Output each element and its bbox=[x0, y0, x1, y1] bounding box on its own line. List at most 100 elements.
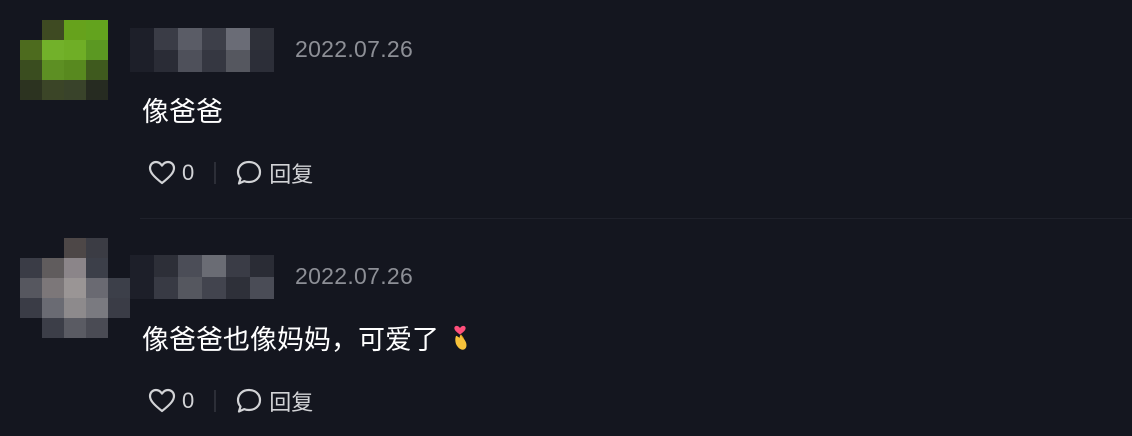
avatar-pixel bbox=[42, 20, 64, 40]
avatar-pixel bbox=[42, 40, 64, 60]
heart-icon bbox=[148, 160, 176, 185]
username-pixel bbox=[154, 28, 178, 50]
comment-text: 像爸爸也像妈妈，可爱了 bbox=[142, 325, 439, 356]
reply-button[interactable]: 回复 bbox=[235, 157, 313, 189]
avatar-pixel bbox=[86, 100, 108, 120]
avatar-pixel bbox=[20, 100, 42, 120]
username-pixel bbox=[250, 277, 274, 299]
avatar-pixel bbox=[64, 278, 86, 298]
avatar-pixel bbox=[86, 318, 108, 338]
avatar-pixel bbox=[64, 238, 86, 258]
comment-actions: 0 回复 bbox=[148, 158, 313, 188]
divider bbox=[214, 390, 217, 412]
username-pixel bbox=[178, 28, 202, 50]
heart-icon bbox=[148, 388, 176, 413]
username-pixel bbox=[130, 255, 154, 277]
avatar-pixel bbox=[86, 80, 108, 100]
comment-date: 2022.07.26 bbox=[295, 36, 414, 62]
comment-bubble-icon bbox=[237, 160, 262, 185]
comment-text: 像爸爸 bbox=[142, 97, 223, 128]
avatar-pixel bbox=[86, 278, 108, 298]
username-pixel bbox=[250, 28, 274, 50]
username-pixel bbox=[202, 255, 226, 277]
username-pixel bbox=[202, 50, 226, 72]
username-pixel bbox=[202, 277, 226, 299]
avatar-pixel bbox=[86, 238, 108, 258]
avatar-pixel bbox=[64, 318, 86, 338]
like-count: 0 bbox=[182, 160, 195, 185]
avatar-pixel bbox=[20, 298, 42, 318]
avatar[interactable] bbox=[20, 20, 130, 120]
avatar-pixel bbox=[86, 20, 108, 40]
avatar-pixel bbox=[20, 80, 42, 100]
username-pixel bbox=[154, 50, 178, 72]
username-pixelated[interactable] bbox=[130, 28, 274, 72]
avatar-pixel bbox=[64, 60, 86, 80]
reply-button[interactable]: 回复 bbox=[235, 385, 313, 417]
username-pixel bbox=[130, 28, 154, 50]
avatar-pixel bbox=[86, 60, 108, 80]
comment-bubble-icon bbox=[237, 388, 262, 413]
username-pixel bbox=[130, 50, 154, 72]
avatar-pixel bbox=[86, 258, 108, 278]
username-pixel bbox=[226, 255, 250, 277]
avatar-pixel bbox=[20, 40, 42, 60]
username-pixel bbox=[226, 277, 250, 299]
avatar-pixel bbox=[42, 60, 64, 80]
reply-label: 回复 bbox=[269, 391, 314, 416]
avatar[interactable] bbox=[20, 238, 130, 338]
avatar-pixel bbox=[42, 278, 64, 298]
username-pixel bbox=[178, 277, 202, 299]
comment-actions: 0 回复 bbox=[148, 386, 313, 416]
comment-text-row: 像爸爸也像妈妈，可爱了 bbox=[142, 318, 471, 360]
username-pixel bbox=[130, 277, 154, 299]
avatar-pixel bbox=[108, 20, 130, 40]
avatar-pixel bbox=[42, 298, 64, 318]
avatar-pixel bbox=[64, 258, 86, 278]
like-count: 0 bbox=[182, 388, 195, 413]
avatar-pixel bbox=[108, 238, 130, 258]
reply-label: 回复 bbox=[269, 163, 314, 188]
avatar-pixel bbox=[108, 60, 130, 80]
avatar-pixel bbox=[20, 60, 42, 80]
username-pixel bbox=[226, 28, 250, 50]
avatar-pixel bbox=[64, 80, 86, 100]
avatar-pixel bbox=[42, 238, 64, 258]
username-pixel bbox=[202, 28, 226, 50]
avatar-pixel bbox=[42, 100, 64, 120]
avatar-pixel bbox=[86, 298, 108, 318]
avatar-pixel bbox=[20, 258, 42, 278]
avatar-pixel bbox=[108, 80, 130, 100]
avatar-pixel bbox=[108, 278, 130, 298]
avatar-pixel bbox=[42, 318, 64, 338]
avatar-pixel bbox=[64, 40, 86, 60]
username-pixel bbox=[250, 255, 274, 277]
avatar-pixel bbox=[108, 100, 130, 120]
avatar-pixel bbox=[64, 20, 86, 40]
avatar-pixel bbox=[64, 298, 86, 318]
comment-divider bbox=[140, 218, 1132, 219]
avatar-pixel bbox=[64, 100, 86, 120]
avatar-pixel bbox=[108, 40, 130, 60]
avatar-pixel bbox=[86, 40, 108, 60]
comment-date: 2022.07.26 bbox=[295, 263, 414, 289]
divider bbox=[214, 162, 217, 184]
username-pixel bbox=[250, 50, 274, 72]
username-pixelated[interactable] bbox=[130, 255, 274, 299]
like-button[interactable]: 0 bbox=[148, 388, 194, 414]
username-pixel bbox=[154, 255, 178, 277]
avatar-pixel bbox=[20, 20, 42, 40]
username-pixel bbox=[178, 50, 202, 72]
avatar-pixel bbox=[42, 258, 64, 278]
finger-heart-emoji-icon bbox=[449, 321, 471, 360]
like-button[interactable]: 0 bbox=[148, 160, 194, 186]
avatar-pixel bbox=[108, 318, 130, 338]
avatar-pixel bbox=[108, 298, 130, 318]
avatar-pixel bbox=[108, 258, 130, 278]
username-pixel bbox=[226, 50, 250, 72]
avatar-pixel bbox=[42, 80, 64, 100]
avatar-pixel bbox=[20, 318, 42, 338]
username-pixel bbox=[154, 277, 178, 299]
avatar-pixel bbox=[20, 278, 42, 298]
username-pixel bbox=[178, 255, 202, 277]
